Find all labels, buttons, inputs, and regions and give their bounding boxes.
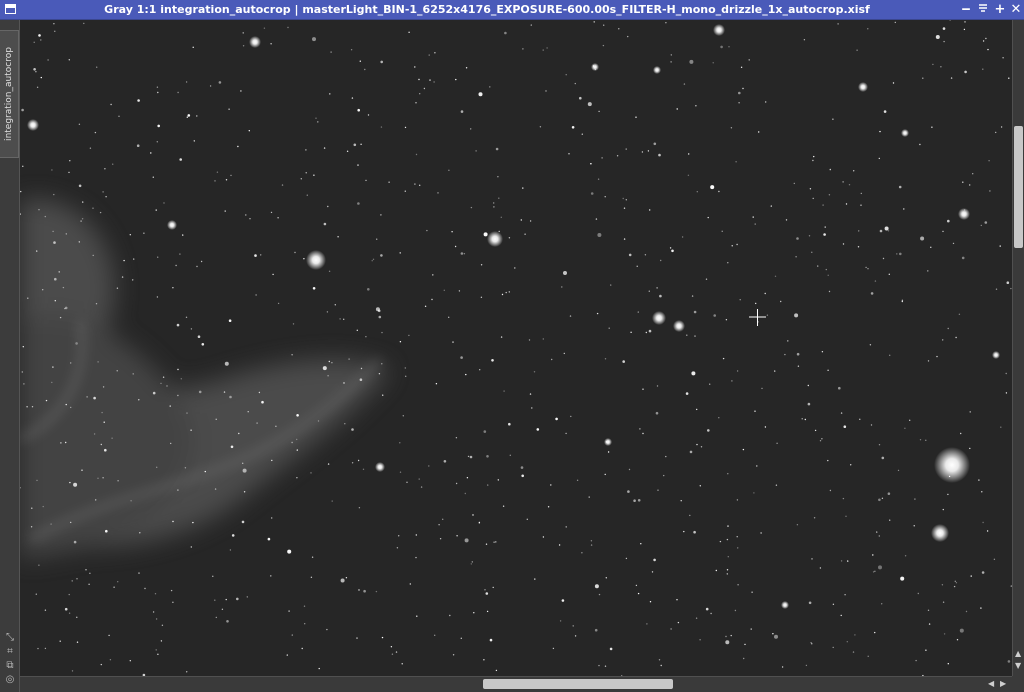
minimize-button[interactable]: ‒	[958, 2, 974, 18]
vertical-scroll-thumb[interactable]	[1014, 126, 1023, 248]
astro-image	[20, 20, 1012, 676]
horizontal-scroll-thumb[interactable]	[483, 679, 673, 689]
shade-icon	[979, 4, 987, 12]
scroll-down-icon[interactable]: ▼	[1015, 662, 1021, 670]
view-tab-label: integration_autocrop	[4, 47, 14, 141]
shade-button[interactable]	[975, 2, 991, 18]
title-bar[interactable]: Gray 1:1 integration_autocrop | masterLi…	[0, 0, 1024, 20]
left-sidebar: integration_autocrop ⤡ ⌗ ⧉ ◎	[0, 20, 20, 692]
image-viewport[interactable]	[20, 20, 1012, 676]
close-button[interactable]: ✕	[1008, 2, 1024, 18]
copy-icon[interactable]: ⧉	[3, 660, 17, 672]
vertical-scrollbar[interactable]: ▲ ▼	[1012, 20, 1024, 676]
fit-window-icon[interactable]: ⌗	[3, 646, 17, 658]
zoom-fit-icon[interactable]: ⤡	[3, 632, 17, 644]
lock-icon[interactable]: ◎	[3, 674, 17, 686]
scroll-right-icon[interactable]: ▶	[1000, 680, 1006, 688]
horizontal-scrollbar[interactable]: ◀ ▶	[20, 676, 1012, 692]
window-menu-icon[interactable]	[5, 4, 16, 14]
scroll-up-icon[interactable]: ▲	[1015, 650, 1021, 658]
window-title: Gray 1:1 integration_autocrop | masterLi…	[104, 3, 870, 16]
scroll-corner	[1012, 676, 1024, 692]
maximize-button[interactable]: +	[992, 2, 1008, 18]
scroll-left-icon[interactable]: ◀	[988, 680, 994, 688]
view-tab-integration-autocrop[interactable]: integration_autocrop	[0, 30, 19, 158]
